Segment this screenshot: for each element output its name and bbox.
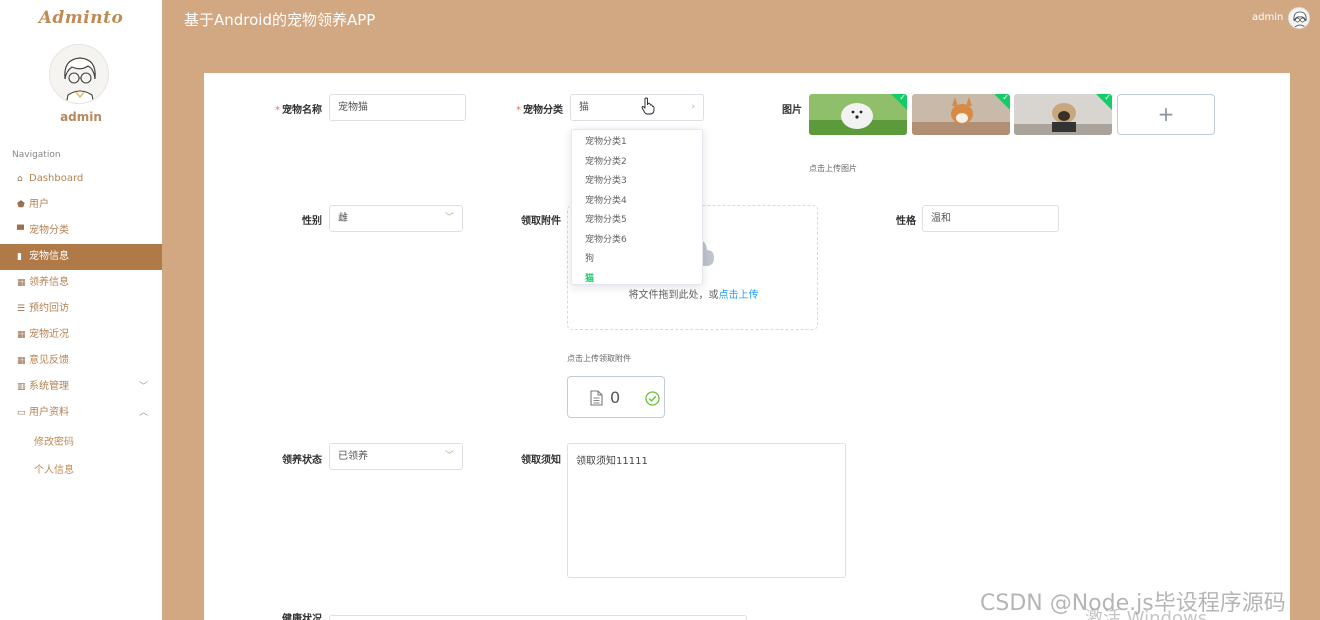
temperament-label: 性格 [896,216,916,227]
file-count: 0 [610,388,621,407]
nav-item-adoption-info[interactable]: ▦ 领养信息 [0,270,162,296]
avatar-illustration [50,45,108,103]
health-label: 健康状况 [282,614,322,620]
chevron-right-icon: › [691,102,695,112]
pet-category-select[interactable]: 猫 › [570,94,704,121]
notice-textarea[interactable]: 领取须知11111 [567,443,846,578]
nav-item-pet-info[interactable]: ▮ 宠物信息 [0,244,162,270]
user-avatar[interactable] [49,44,109,104]
temperament-input[interactable]: 温和 [922,205,1059,232]
nav-item-label: 用户资料 [29,407,69,418]
check-icon: ✓ [1104,94,1111,102]
nav-item-label: 宠物信息 [29,251,69,262]
list-icon: ☰ [17,304,26,314]
nav-item-label: 用户 [29,199,49,210]
library-icon: ▥ [17,382,26,392]
nav-item-label: 宠物近况 [29,329,69,340]
chevron-up-icon: ︿ [138,408,148,418]
app-title: 基于Android的宠物领养APP [184,11,376,29]
dropdown-option[interactable]: 宠物分类4 [572,192,702,212]
sidebar-username: admin [60,110,102,124]
nav-menu: ⌂ Dashboard ⬟ 用户 ▀ 宠物分类 ▮ 宠物信息 ▦ 领养信息 ☰ … [0,166,162,485]
avatar-illustration [1289,8,1309,28]
pet-name-label: * 宠物名称 [275,105,322,116]
dropdown-option[interactable]: 宠物分类2 [572,153,702,173]
nav-item-label: 宠物分类 [29,225,69,236]
header-username[interactable]: admin [1252,12,1283,23]
nav-item-appointment[interactable]: ☰ 预约回访 [0,296,162,322]
attachment-upload-tip: 点击上传领取附件 [567,354,631,363]
notice-label: 领取须知 [521,455,561,466]
image-upload-tip: 点击上传图片 [809,164,857,173]
pet-category-dropdown: 宠物分类1 宠物分类2 宠物分类3 宠物分类4 宠物分类5 宠物分类6 狗 猫 [571,129,703,285]
nav-item-users[interactable]: ⬟ 用户 [0,192,162,218]
nav-item-pet-status[interactable]: ▦ 宠物近况 [0,322,162,348]
dropdown-option[interactable]: 宠物分类5 [572,211,702,231]
bar-chart-icon: ▮ [17,252,22,262]
check-icon: ✓ [1002,94,1009,102]
pet-image-thumbnail[interactable]: ✓ [1014,94,1112,135]
grid-icon: ▦ [17,356,26,366]
chevron-down-icon: ﹀ [444,451,454,461]
adopt-status-value: 已领养 [338,451,368,462]
nav-item-label: 意见反馈 [29,355,69,366]
add-image-button[interactable]: + [1117,94,1215,135]
hand-cursor-icon [641,97,655,115]
gender-value: 雌 [338,213,348,224]
windows-activation-watermark: 激活 Windows [1085,608,1208,620]
nav-item-label: 领养信息 [29,277,69,288]
nav-item-dashboard[interactable]: ⌂ Dashboard [0,166,162,192]
dropdown-option[interactable]: 宠物分类3 [572,172,702,192]
dropdown-option[interactable]: 宠物分类6 [572,231,702,251]
chevron-down-icon: ﹀ [444,213,454,223]
dropdown-option[interactable]: 宠物分类1 [572,133,702,153]
card-icon: ▭ [17,408,26,418]
pet-name-input[interactable]: 宠物猫 [329,94,466,121]
images-label: 图片 [782,105,802,116]
dropdown-option[interactable]: 狗 [572,250,702,270]
grid-icon: ▦ [17,330,26,340]
nav-item-feedback[interactable]: ▦ 意见反馈 [0,348,162,374]
header-avatar[interactable] [1288,7,1310,29]
monitor-icon: ▀ [17,226,24,236]
uploaded-file-card[interactable]: 0 [567,376,665,418]
chevron-down-icon: ﹀ [138,382,148,392]
pet-category-label: * 宠物分类 [516,105,563,116]
home-icon: ⌂ [17,174,23,184]
nav-heading: Navigation [12,150,61,160]
document-icon [590,390,603,406]
sub-item-change-password[interactable]: 修改密码 [0,429,162,457]
gender-select[interactable]: 雌 ﹀ [329,205,463,232]
pet-image-thumbnail[interactable]: ✓ [809,94,907,135]
pet-category-value: 猫 [579,102,589,113]
nav-item-user-profile[interactable]: ▭ 用户资料 ︿ [0,400,162,426]
check-icon: ✓ [899,94,906,102]
pet-image-thumbnail[interactable]: ✓ [912,94,1010,135]
adopt-status-label: 领养状态 [282,455,322,466]
nav-item-label: Dashboard [29,173,84,184]
sidebar: Adminto admin Navigation ⌂ Dashboard ⬟ 用… [0,0,162,620]
attachment-label: 领取附件 [521,216,561,227]
upload-link[interactable]: 点击上传 [719,290,759,301]
nav-item-label: 系统管理 [29,381,69,392]
grid-icon: ▦ [17,278,26,288]
nav-item-system[interactable]: ▥ 系统管理 ﹀ [0,374,162,400]
dropdown-option-selected[interactable]: 猫 [572,270,702,290]
shield-icon: ⬟ [17,200,25,210]
app-logo[interactable]: Adminto [0,8,162,28]
gender-label: 性别 [302,216,322,227]
adopt-status-select[interactable]: 已领养 ﹀ [329,443,463,470]
nav-item-pet-category[interactable]: ▀ 宠物分类 [0,218,162,244]
sub-item-personal-info[interactable]: 个人信息 [0,457,162,485]
health-input[interactable] [329,615,747,620]
success-check-icon [645,391,660,406]
nav-item-label: 预约回访 [29,303,69,314]
